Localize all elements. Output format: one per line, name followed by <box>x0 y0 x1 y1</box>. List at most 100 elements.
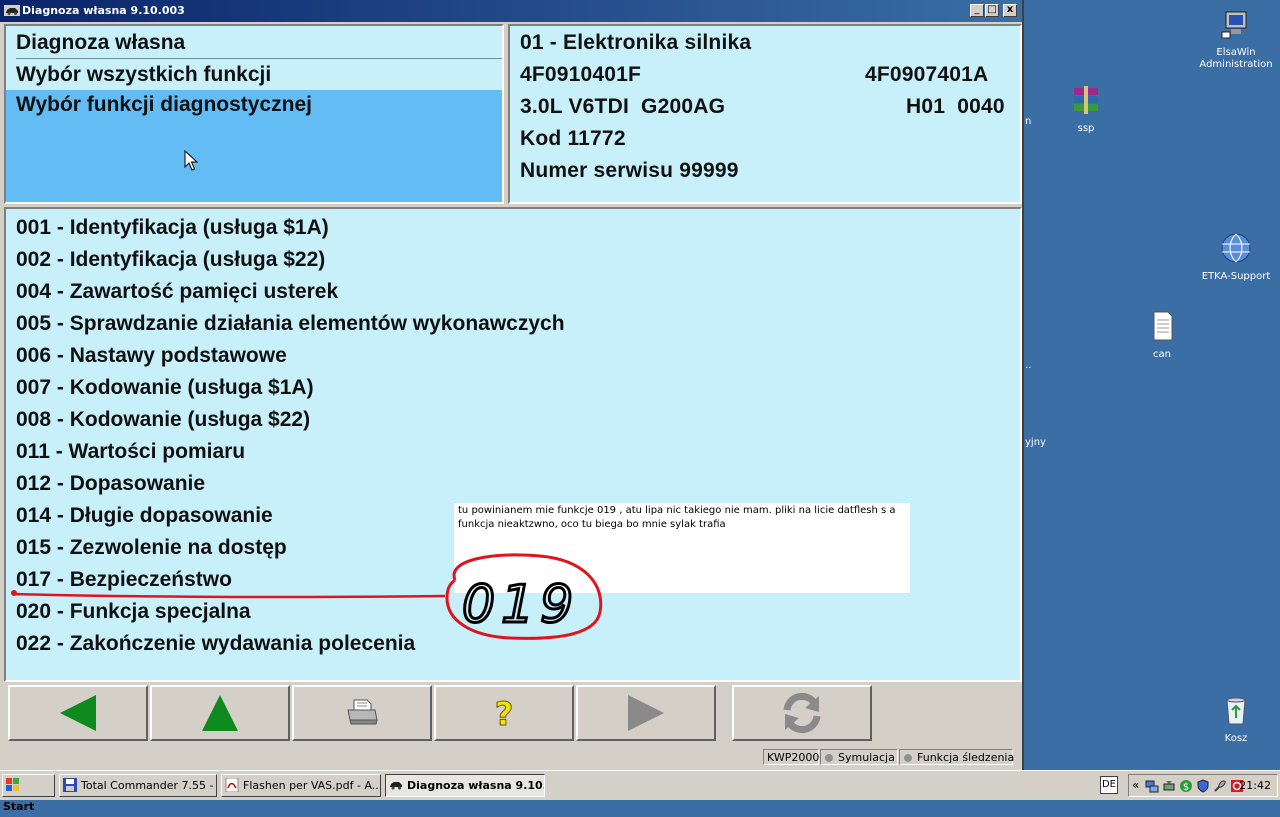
annotation-note: tu powinianem mie funkcje 019 , atu lipa… <box>454 503 910 593</box>
up-arrow-icon <box>202 695 238 731</box>
function-list: 001 - Identyfikacja (usługa $1A) 002 - I… <box>4 207 1022 682</box>
nav-item-self-diagnosis[interactable]: Diagnoza własna <box>6 26 502 58</box>
task-pdf-reader[interactable]: Flashen per VAS.pdf - A... <box>221 774 381 797</box>
window-title: Diagnoza własna 9.10.003 <box>22 4 185 17</box>
function-item-008[interactable]: 008 - Kodowanie (usługa $22) <box>16 408 310 432</box>
text-file-icon <box>1153 311 1173 341</box>
function-item-017[interactable]: 017 - Bezpieczeństwo <box>16 568 232 592</box>
floppy-icon <box>63 778 77 792</box>
trace-indicator: Funkcja śledzenia <box>899 749 1015 765</box>
globe-icon <box>1221 233 1251 263</box>
nav-item-label: Diagnoza własna <box>16 31 186 54</box>
task-label: Diagnoza własna 9.10... <box>407 779 545 792</box>
car-icon <box>4 5 20 16</box>
task-label: Total Commander 7.55 - ... <box>81 779 217 792</box>
desktop-icon-label: ssp <box>1077 123 1095 134</box>
help-button[interactable]: ? <box>434 685 574 741</box>
diagnosis-window: Diagnoza własna 9.10.003 _ □ x Diagnoza … <box>0 0 1024 770</box>
trace-label: Funkcja śledzenia <box>917 751 1015 764</box>
language-indicator[interactable]: DE <box>1100 776 1118 794</box>
desktop-icon-label: can <box>1153 349 1171 360</box>
refresh-button[interactable] <box>732 685 872 741</box>
status-dot-icon <box>825 754 833 762</box>
forward-arrow-icon <box>628 695 664 731</box>
function-item-011[interactable]: 011 - Wartości pomiaru <box>16 440 245 464</box>
task-total-commander[interactable]: Total Commander 7.55 - ... <box>59 774 217 797</box>
function-item-002[interactable]: 002 - Identyfikacja (usługa $22) <box>16 248 325 272</box>
engine-description: 3.0L V6TDI G200AG <box>520 95 726 118</box>
desktop-icon-label: Kosz <box>1224 733 1248 744</box>
function-item-020[interactable]: 020 - Funkcja specjalna <box>16 600 251 624</box>
forward-button[interactable] <box>576 685 716 741</box>
shield-icon[interactable] <box>1196 779 1210 793</box>
desktop-icon-etka-support[interactable]: ETKA-Support <box>1194 232 1278 283</box>
part-number: 4F0910401F <box>520 63 642 86</box>
maximize-button[interactable]: □ <box>985 4 999 17</box>
status-dot-icon <box>904 754 912 762</box>
desktop-icon-can[interactable]: can <box>1120 310 1204 361</box>
function-item-005[interactable]: 005 - Sprawdzanie działania elementów wy… <box>16 312 565 336</box>
network-icon[interactable] <box>1145 779 1159 793</box>
function-item-006[interactable]: 006 - Nastawy podstawowe <box>16 344 287 368</box>
minimize-button[interactable]: _ <box>970 4 984 17</box>
function-item-004[interactable]: 004 - Zawartość pamięci usterek <box>16 280 338 304</box>
winrar-archive-icon <box>1074 86 1098 114</box>
software-version: H01 0040 <box>906 95 1005 118</box>
desktop-label-fragment: yjny <box>1025 437 1046 448</box>
function-item-014[interactable]: 014 - Długie dopasowanie <box>16 504 273 528</box>
print-button[interactable] <box>292 685 432 741</box>
mouse-cursor-icon <box>184 150 198 171</box>
desktop-icon-label: ElsaWin Administration <box>1199 47 1273 70</box>
coding-value: Kod 11772 <box>520 127 626 150</box>
function-item-007[interactable]: 007 - Kodowanie (usługa $1A) <box>16 376 314 400</box>
simulation-indicator: Symulacja <box>820 749 898 765</box>
satellite-icon[interactable] <box>1213 779 1227 793</box>
currency-icon[interactable]: $ <box>1179 779 1193 793</box>
function-item-001[interactable]: 001 - Identyfikacja (usługa $1A) <box>16 216 329 240</box>
tray-expand-chevron-icon[interactable]: « <box>1132 778 1139 792</box>
nav-item-label: Wybór funkcji diagnostycznej <box>16 93 312 116</box>
desktop-label-fragment: n <box>1025 116 1032 127</box>
close-button[interactable]: x <box>1003 4 1017 17</box>
control-unit-info-panel: 01 - Elektronika silnika 4F0910401F 4F09… <box>508 24 1022 204</box>
function-item-012[interactable]: 012 - Dopasowanie <box>16 472 205 496</box>
up-button[interactable] <box>150 685 290 741</box>
windows-logo-icon <box>6 778 19 791</box>
svg-text:?: ? <box>495 696 514 730</box>
protocol-indicator: KWP2000 <box>763 749 819 765</box>
control-unit-name: 01 - Elektronika silnika <box>520 31 752 54</box>
simulation-label: Symulacja <box>838 751 895 764</box>
safely-remove-hardware-icon[interactable] <box>1162 779 1176 793</box>
nav-item-diagnostic-function[interactable]: Wybór funkcji diagnostycznej <box>6 90 502 202</box>
task-diagnosis[interactable]: Diagnoza własna 9.10... <box>385 774 545 797</box>
service-number: Numer serwisu 99999 <box>520 159 739 182</box>
navigation-panel: Diagnoza własna Wybór wszystkich funkcji… <box>4 24 504 204</box>
car-icon <box>390 782 402 790</box>
back-button[interactable] <box>8 685 148 741</box>
toolbar: ? <box>4 683 1022 745</box>
status-bar: KWP2000 Symulacja Funkcja śledzenia <box>0 746 1022 768</box>
nav-item-all-functions[interactable]: Wybór wszystkich funkcji <box>6 58 502 90</box>
start-label: Start <box>3 800 35 813</box>
function-item-022[interactable]: 022 - Zakończenie wydawania polecenia <box>16 632 415 656</box>
desktop-icon-ssp[interactable]: ssp <box>1044 84 1128 135</box>
component-number: 4F0907401A <box>865 63 989 86</box>
desktop-label-fragment: .. <box>1025 360 1032 371</box>
pdf-icon <box>225 778 239 792</box>
title-bar[interactable]: Diagnoza własna 9.10.003 _ □ x <box>0 0 1022 22</box>
desktop-icon-elsawin[interactable]: ElsaWin Administration <box>1194 8 1278 71</box>
nav-item-label: Wybór wszystkich funkcji <box>16 63 272 86</box>
taskbar: Start Total Commander 7.55 - ... Flashen… <box>0 770 1280 813</box>
refresh-icon <box>783 692 821 734</box>
back-arrow-icon <box>60 695 96 731</box>
printer-icon <box>347 699 378 725</box>
system-tray: « $ 21:42 <box>1128 774 1278 797</box>
recycle-bin-icon <box>1226 697 1246 725</box>
svg-text:$: $ <box>1183 782 1189 793</box>
help-icon: ? <box>494 696 514 730</box>
clock: 21:42 <box>1239 779 1271 792</box>
task-label: Flashen per VAS.pdf - A... <box>243 779 381 792</box>
desktop-icon-recycle-bin[interactable]: Kosz <box>1194 694 1278 745</box>
start-button[interactable]: Start <box>2 774 55 813</box>
function-item-015[interactable]: 015 - Zezwolenie na dostęp <box>16 536 287 560</box>
